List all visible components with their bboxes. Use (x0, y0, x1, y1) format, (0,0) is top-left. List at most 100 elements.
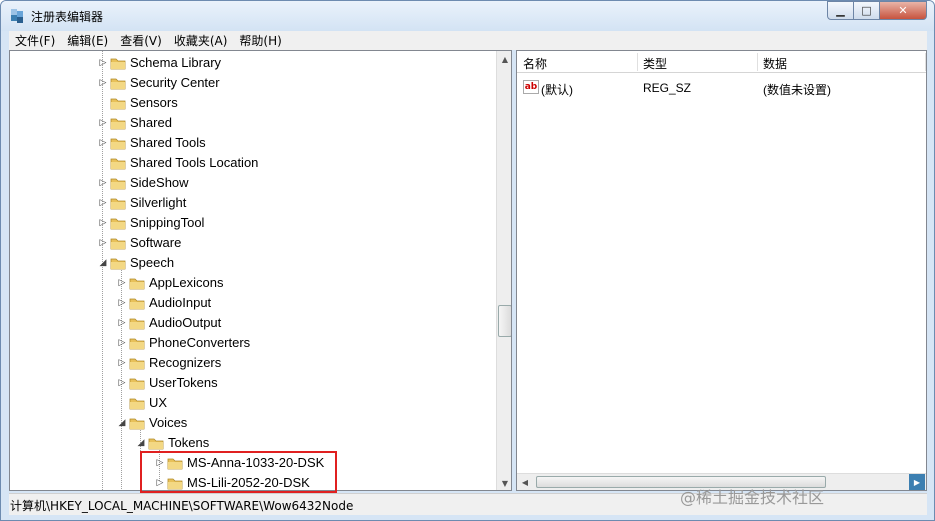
folder-icon (129, 418, 145, 430)
expand-arrow-icon[interactable]: ▷ (98, 218, 108, 228)
key-tree-pane: ▷ Schema Library ▷ Security Center Sensors ▷ S… (9, 50, 512, 491)
column-header-type[interactable]: 类型 (643, 55, 667, 72)
menu-edit[interactable]: 编辑(E) (61, 31, 114, 50)
folder-icon (110, 78, 126, 90)
value-name: (默认) (541, 83, 573, 97)
tree-item[interactable]: ▷ AppLexicons (10, 273, 496, 293)
tree-item[interactable]: ▷ SnippingTool (10, 213, 496, 233)
tree-item-label: Sensors (130, 95, 178, 110)
main-area: ▷ Schema Library ▷ Security Center Sensors ▷ S… (9, 50, 927, 491)
tree-item[interactable]: ▷ SideShow (10, 173, 496, 193)
tree-item-label: Tokens (168, 435, 210, 450)
tree-item-label: UX (149, 395, 168, 410)
expand-arrow-icon[interactable]: ▷ (117, 318, 127, 328)
expand-arrow-icon[interactable]: ▷ (98, 58, 108, 68)
expand-arrow-icon[interactable]: ▷ (117, 338, 127, 348)
menu-file[interactable]: 文件(F) (9, 31, 61, 50)
expand-arrow-icon[interactable]: ▷ (117, 358, 127, 368)
registry-editor-window: 注册表编辑器 ▁ □ ✕ 文件(F) 编辑(E) 查看(V) 收藏夹(A) 帮助… (0, 0, 935, 521)
folder-icon (129, 358, 145, 370)
tree-item-label: PhoneConverters (149, 335, 251, 350)
tree-item-label: Silverlight (130, 195, 187, 210)
folder-icon (129, 398, 145, 410)
folder-icon (110, 178, 126, 190)
tree-item[interactable]: ▷ Recognizers (10, 353, 496, 373)
tree-item[interactable]: ▷ Security Center (10, 73, 496, 93)
column-separator[interactable] (925, 53, 926, 71)
expand-arrow-icon[interactable]: ▷ (98, 178, 108, 188)
folder-icon (129, 298, 145, 310)
folder-icon (110, 238, 126, 250)
value-data: (数值未设置) (763, 83, 831, 97)
folder-icon (110, 218, 126, 230)
values-list-pane: 名称 类型 数据 ab (默认) REG_SZ (数值未设置) ◀ ▶ (516, 50, 927, 491)
expand-arrow-icon[interactable]: ▷ (98, 198, 108, 208)
tree-item[interactable]: ◢ Voices (10, 413, 496, 433)
expand-arrow-icon[interactable]: ▷ (98, 238, 108, 248)
tree-item-label: Security Center (130, 75, 220, 90)
tree-item-label: AudioOutput (149, 315, 222, 330)
tree-item[interactable]: Sensors (10, 93, 496, 113)
scroll-left-arrow-icon[interactable]: ◀ (517, 474, 533, 490)
menu-view[interactable]: 查看(V) (114, 31, 168, 50)
tree-item[interactable]: ◢ Tokens (10, 433, 496, 453)
column-separator[interactable] (637, 53, 638, 71)
tree-item[interactable]: ▷ Silverlight (10, 193, 496, 213)
scroll-up-arrow-icon[interactable]: ▲ (497, 51, 511, 67)
tree-vertical-scrollbar[interactable]: ▲ ▼ (496, 51, 511, 490)
folder-icon (129, 378, 145, 390)
scroll-down-arrow-icon[interactable]: ▼ (497, 475, 511, 490)
tree-item[interactable]: ▷ Software (10, 233, 496, 253)
values-list-header: 名称 类型 数据 (517, 51, 926, 73)
expand-arrow-icon[interactable]: ▷ (117, 298, 127, 308)
menu-help[interactable]: 帮助(H) (233, 31, 287, 50)
tree-item[interactable]: ▷ Shared (10, 113, 496, 133)
string-value-icon: ab (523, 80, 539, 94)
tree-item-label: SideShow (130, 175, 189, 190)
collapse-arrow-icon[interactable]: ◢ (98, 258, 108, 268)
tree-scroll-thumb[interactable] (498, 305, 511, 337)
tree-item-label: Shared Tools Location (130, 155, 259, 170)
folder-icon (110, 118, 126, 130)
scroll-right-arrow-icon[interactable]: ▶ (909, 474, 925, 490)
highlight-box (140, 451, 337, 493)
tree-item[interactable]: Shared Tools Location (10, 153, 496, 173)
tree-item[interactable]: ▷ PhoneConverters (10, 333, 496, 353)
window-title: 注册表编辑器 (31, 10, 104, 24)
expand-arrow-icon[interactable]: ▷ (98, 138, 108, 148)
folder-icon (110, 98, 126, 110)
tree-item[interactable]: ▷ AudioOutput (10, 313, 496, 333)
collapse-arrow-icon[interactable]: ◢ (136, 438, 146, 448)
menu-favorites[interactable]: 收藏夹(A) (168, 31, 234, 50)
registry-editor-icon (11, 9, 23, 23)
tree-item-label: Schema Library (130, 55, 222, 70)
close-button[interactable]: ✕ (879, 1, 927, 20)
folder-icon (129, 278, 145, 290)
tree-item[interactable]: ▷ Schema Library (10, 53, 496, 73)
column-header-data[interactable]: 数据 (763, 55, 787, 72)
tree-item-label: Voices (149, 415, 188, 430)
column-header-name[interactable]: 名称 (523, 55, 547, 72)
expand-arrow-icon[interactable]: ▷ (117, 378, 127, 388)
expand-arrow-icon[interactable]: ▷ (98, 118, 108, 128)
tree-item[interactable]: ◢ Speech (10, 253, 496, 273)
minimize-button[interactable]: ▁ (827, 1, 854, 20)
folder-icon (110, 158, 126, 170)
column-separator[interactable] (757, 53, 758, 71)
tree-item-label: Shared Tools (130, 135, 206, 150)
folder-icon (110, 258, 126, 270)
folder-icon (110, 58, 126, 70)
tree-item[interactable]: ▷ AudioInput (10, 293, 496, 313)
collapse-arrow-icon[interactable]: ◢ (117, 418, 127, 428)
value-type: REG_SZ (643, 81, 692, 95)
tree-item[interactable]: ▷ Shared Tools (10, 133, 496, 153)
expand-arrow-icon[interactable]: ▷ (117, 278, 127, 288)
expand-arrow-icon[interactable]: ▷ (98, 78, 108, 88)
maximize-button[interactable]: □ (853, 1, 880, 20)
tree-item[interactable]: ▷ UserTokens (10, 373, 496, 393)
tree-item-label: SnippingTool (130, 215, 205, 230)
title-bar[interactable]: 注册表编辑器 ▁ □ ✕ (1, 1, 934, 31)
tree-item-label: Recognizers (149, 355, 222, 370)
tree-item[interactable]: UX (10, 393, 496, 413)
tree-item-label: AudioInput (149, 295, 212, 310)
